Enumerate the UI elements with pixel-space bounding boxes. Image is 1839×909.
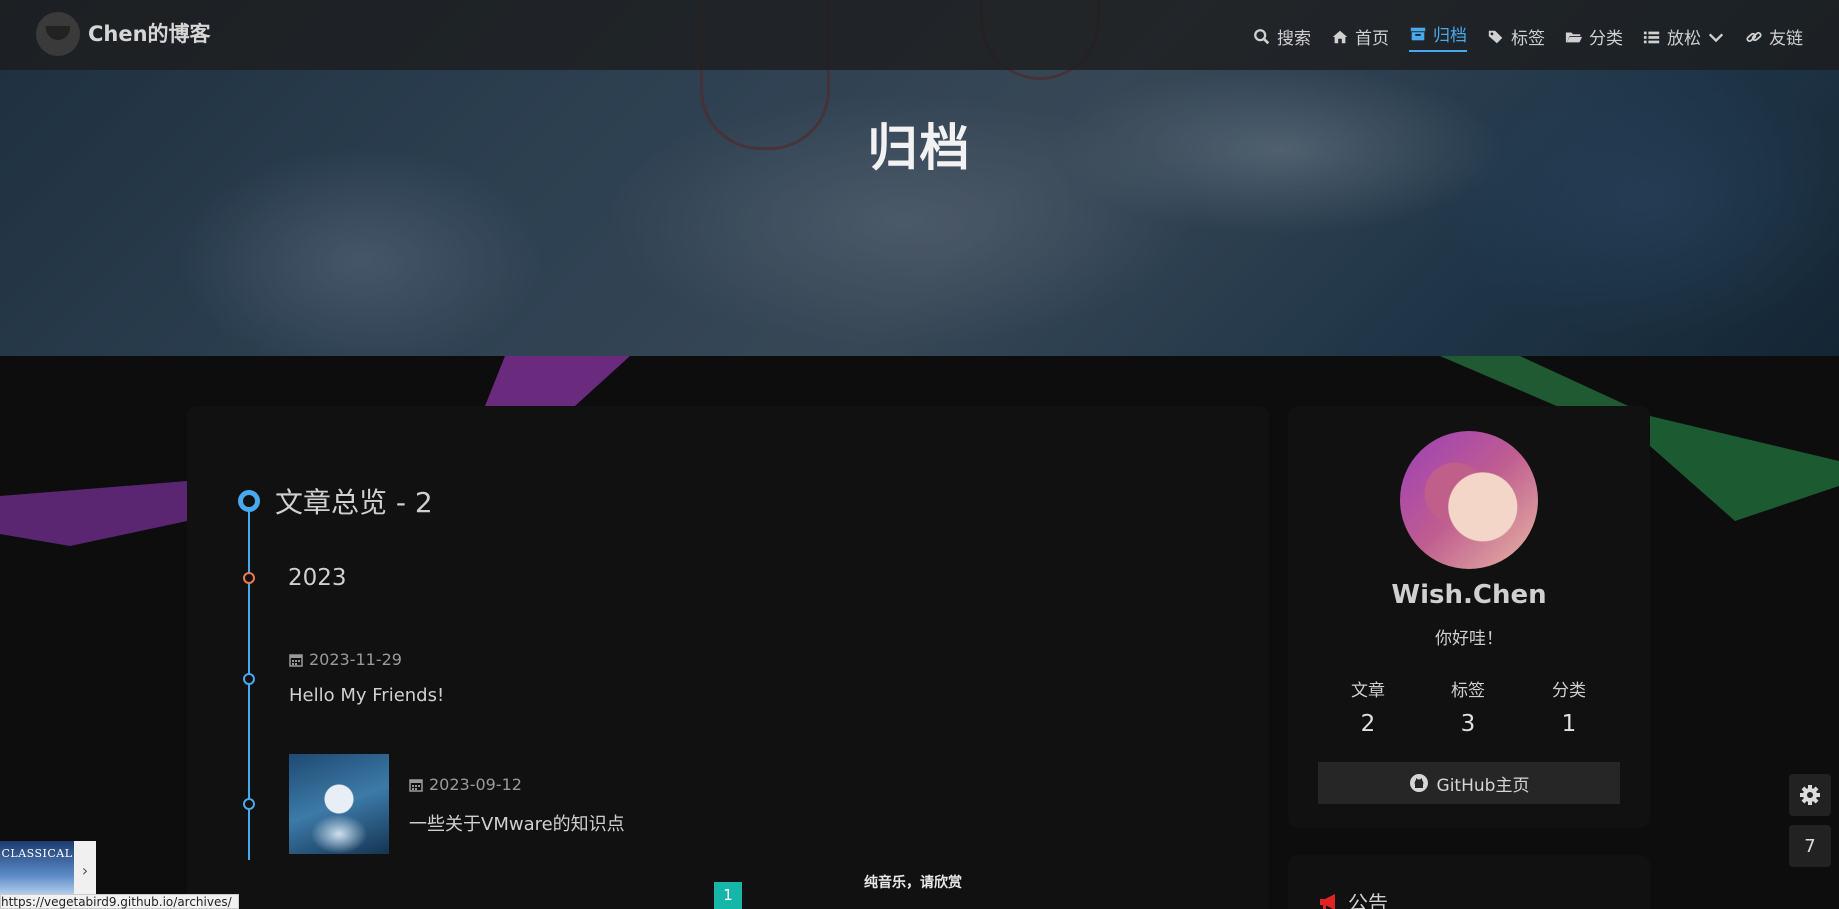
calendar-icon (409, 778, 423, 792)
notice-title: 公告 (1348, 891, 1388, 909)
brand-title[interactable]: Chen的博客 (88, 18, 211, 48)
post-dot (243, 673, 255, 685)
link-icon (1746, 31, 1762, 42)
nav-item-label: 放松 (1667, 29, 1701, 49)
author-description: 你好哇！ (1435, 629, 1503, 649)
archive-heading: 文章总览 - 2 (275, 486, 433, 519)
nav-item-label: 友链 (1769, 29, 1803, 49)
post-date: 2023-11-29 (289, 650, 402, 669)
post-date-text: 2023-11-29 (309, 650, 402, 669)
nav-item-home[interactable]: 首页 (1331, 21, 1389, 52)
post-dot (243, 798, 255, 810)
post-date: 2023-09-12 (409, 775, 522, 794)
music-cover[interactable]: CLASSICAL (0, 841, 74, 899)
music-cover-text: CLASSICAL (1, 847, 73, 860)
nav-item-relax[interactable]: 放松 (1643, 21, 1725, 52)
chevron-down-icon (1708, 33, 1724, 42)
timeline-head-dot (238, 490, 260, 512)
nav-item-links[interactable]: 友链 (1745, 21, 1803, 52)
status-bar-url: https://vegetabird9.github.io/archives/ (0, 894, 239, 909)
stat-value: 1 (1561, 711, 1577, 737)
github-button-label: GitHub主页 (1436, 775, 1530, 796)
stat-value: 2 (1360, 711, 1376, 737)
nav-item-archive[interactable]: 归档 (1409, 21, 1467, 52)
list-icon (1643, 31, 1660, 43)
stat-tags[interactable]: 标签 3 (1418, 676, 1518, 737)
github-icon (1409, 774, 1428, 792)
page: 归档 Chen的博客 搜索 首页 归档 标签 分类 放松 友链 文章总览 - 2… (0, 0, 1839, 909)
music-toggle-button[interactable]: › (74, 841, 96, 899)
pagination-current-page[interactable]: 1 (714, 882, 742, 909)
notice-header: 公告 (1318, 887, 1388, 909)
stat-label: 标签 (1451, 681, 1485, 701)
page-title: 归档 (867, 119, 972, 177)
tags-icon (1488, 30, 1503, 43)
nav-menu: 搜索 首页 归档 标签 分类 放松 友链 (1253, 21, 1803, 52)
bullhorn-icon (1320, 893, 1335, 909)
stat-label: 分类 (1552, 681, 1586, 701)
post-thumbnail[interactable] (289, 754, 389, 854)
github-button[interactable]: GitHub主页 (1318, 762, 1620, 804)
author-name: Wish.Chen (1391, 580, 1547, 610)
post-title-link[interactable]: Hello My Friends! (289, 685, 444, 706)
logo[interactable] (36, 12, 80, 56)
folder-icon (1565, 32, 1583, 42)
calendar-icon (289, 653, 303, 667)
nav-item-search[interactable]: 搜索 (1253, 21, 1311, 52)
nav-item-label: 首页 (1355, 29, 1389, 49)
archive-year: 2023 (288, 565, 347, 591)
stat-articles[interactable]: 文章 2 (1318, 676, 1418, 737)
nav-item-label: 分类 (1589, 29, 1623, 49)
archive-icon (1410, 27, 1426, 40)
nav-item-label: 标签 (1511, 29, 1545, 49)
music-caption: 纯音乐，请欣赏 (864, 875, 962, 891)
stat-categories[interactable]: 分类 1 (1519, 676, 1619, 737)
nav-item-label: 搜索 (1277, 29, 1311, 49)
stat-value: 3 (1460, 711, 1476, 737)
home-icon (1332, 30, 1348, 43)
nav-item-label: 归档 (1433, 26, 1467, 46)
nav-item-tags[interactable]: 标签 (1487, 21, 1545, 52)
reading-counter-button[interactable]: 7 (1789, 825, 1831, 867)
avatar[interactable] (1400, 431, 1538, 569)
navbar: Chen的博客 搜索 首页 归档 标签 分类 放松 友链 (0, 0, 1839, 70)
settings-button[interactable] (1789, 774, 1831, 816)
nav-item-categories[interactable]: 分类 (1565, 21, 1623, 52)
post-title-link[interactable]: 一些关于VMware的知识点 (409, 810, 625, 836)
gear-icon (1800, 785, 1820, 805)
post-date-text: 2023-09-12 (429, 775, 522, 794)
chevron-right-icon: › (81, 860, 89, 880)
search-icon (1254, 28, 1270, 44)
stat-label: 文章 (1351, 681, 1385, 701)
year-dot (243, 572, 255, 584)
